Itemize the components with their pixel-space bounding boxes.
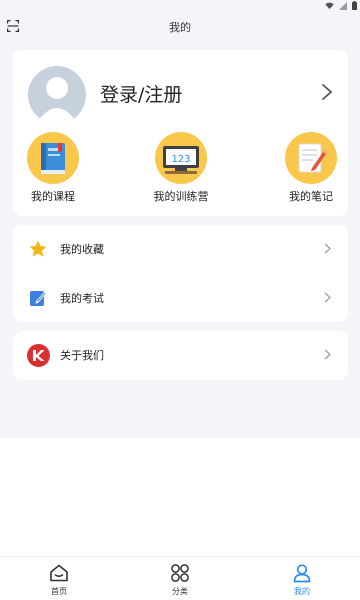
my-notes-button[interactable]: 我的笔记 [266, 132, 356, 204]
about-us-row[interactable]: 关于我们 [13, 331, 348, 379]
avatar[interactable] [28, 66, 86, 124]
wifi-icon [325, 2, 334, 9]
category-icon [171, 564, 189, 582]
battery-icon [352, 1, 357, 10]
quick-links: 我的课程 123 我的训练营 我的笔记 [13, 132, 348, 212]
number-board-icon: 123 [155, 132, 207, 184]
menu-label: 我的收藏 [60, 243, 104, 256]
notepad-icon [285, 132, 337, 184]
my-courses-button[interactable]: 我的课程 [8, 132, 98, 204]
chevron-right-icon[interactable] [321, 83, 333, 101]
my-bootcamp-button[interactable]: 123 我的训练营 [136, 132, 226, 204]
menu-label: 我的考试 [60, 292, 104, 305]
edit-exam-icon [30, 291, 46, 306]
book-icon [27, 132, 79, 184]
board-numbers: 123 [171, 154, 190, 165]
chevron-right-icon [324, 243, 331, 254]
user-icon [293, 564, 311, 583]
tab-label: 首页 [51, 587, 67, 596]
quick-link-label: 我的笔记 [289, 190, 333, 203]
quick-link-label: 我的训练营 [153, 190, 209, 203]
menu-card: 我的收藏 我的考试 [13, 225, 348, 322]
status-bar [0, 0, 360, 12]
quick-link-label: 我的课程 [31, 190, 75, 203]
tab-label: 我的 [294, 587, 310, 596]
tab-label: 分类 [172, 587, 188, 596]
star-icon [29, 240, 47, 257]
tab-home[interactable]: 首页 [19, 563, 99, 597]
home-icon [50, 564, 68, 582]
app-header: 我的 [0, 12, 360, 42]
app-logo-icon [27, 344, 50, 367]
favorites-row[interactable]: 我的收藏 [13, 225, 348, 273]
signal-icon [339, 1, 347, 10]
tab-category[interactable]: 分类 [140, 563, 220, 597]
chevron-right-icon [324, 292, 331, 303]
profile-card: 登录/注册 我的课程 123 我的训练营 我的笔记 [13, 50, 348, 216]
login-register-link[interactable]: 登录/注册 [100, 80, 182, 107]
tab-mine[interactable]: 我的 [262, 563, 342, 597]
chevron-right-icon [324, 349, 331, 360]
exams-row[interactable]: 我的考试 [13, 274, 348, 322]
menu-label: 关于我们 [60, 349, 104, 362]
avatar-placeholder-icon [36, 77, 78, 124]
page-title: 我的 [169, 21, 191, 34]
bottom-tab-bar: 首页 分类 我的 [0, 556, 360, 600]
menu-card: 关于我们 [13, 331, 348, 380]
